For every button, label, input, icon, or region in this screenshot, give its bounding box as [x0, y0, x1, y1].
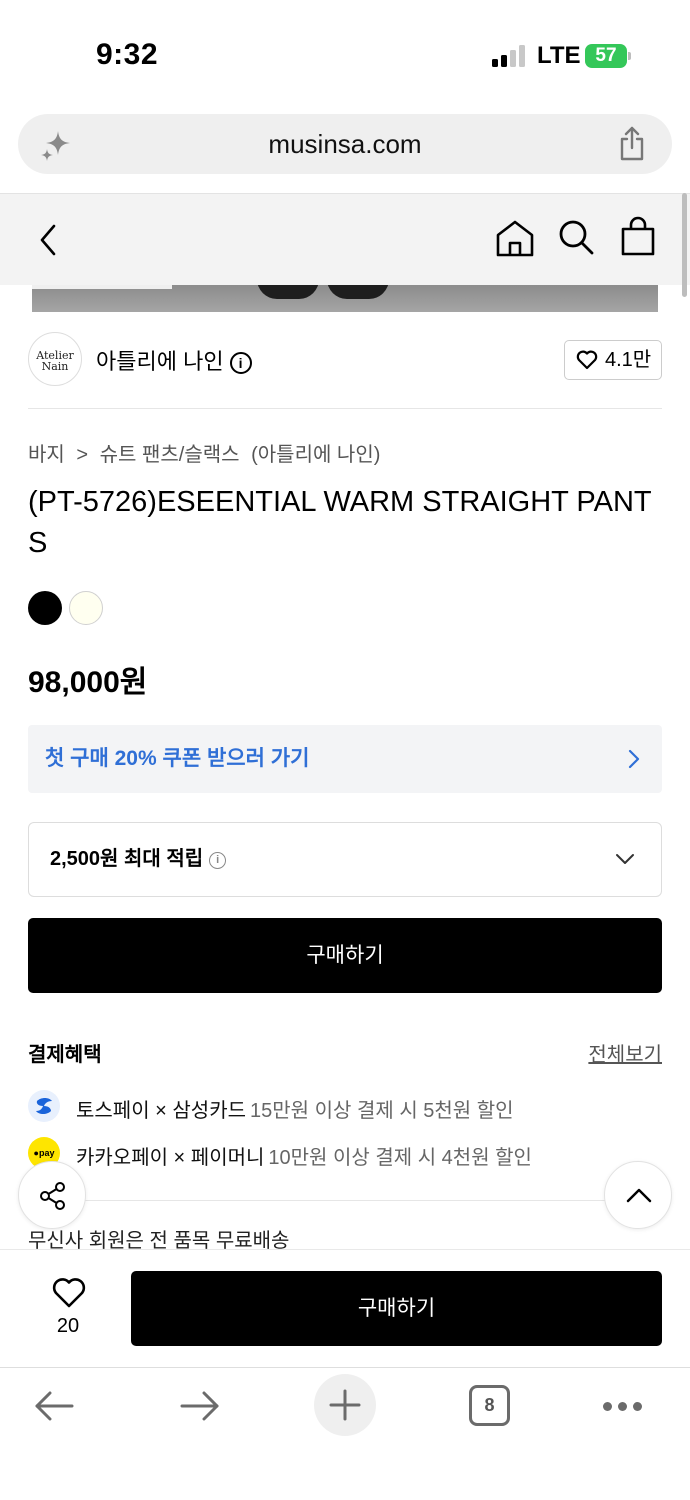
share-nodes-icon — [40, 1182, 65, 1210]
breadcrumb-subcategory[interactable]: 슈트 팬츠/슬랙스 — [100, 444, 240, 466]
product-title: (PT-5726)ESEENTIAL WARM STRAIGHT PANTS — [28, 486, 652, 559]
signal-icon — [492, 45, 526, 67]
benefit-detail: 15만원 이상 결제 시 5천원 할인 — [250, 1100, 514, 1122]
browser-back-icon[interactable] — [34, 1390, 74, 1422]
page-header — [0, 193, 690, 285]
browser-forward-icon[interactable] — [180, 1390, 220, 1422]
chevron-right-icon — [628, 749, 640, 769]
breadcrumb-brand[interactable]: (아틀리에 나인) — [251, 444, 380, 466]
breadcrumb-separator: > — [76, 444, 89, 466]
bottom-purchase-bar: 20 구매하기 — [0, 1249, 690, 1367]
url-text[interactable]: musinsa.com — [18, 114, 672, 174]
bottom-buy-button[interactable]: 구매하기 — [131, 1271, 662, 1346]
status-bar: 9:32 LTE 57 — [0, 0, 690, 100]
breadcrumb: 바지 > 슈트 팬츠/슬랙스 (아틀리에 나인) — [28, 438, 386, 467]
scrollbar[interactable] — [682, 193, 687, 297]
brand-like-button[interactable]: 4.1만 — [564, 340, 662, 380]
divider — [28, 408, 662, 409]
network-type: LTE — [537, 42, 581, 69]
browser-toolbar: 8 — [0, 1367, 690, 1500]
brand-like-count: 4.1만 — [605, 349, 652, 371]
info-icon[interactable]: i — [229, 352, 252, 374]
home-icon[interactable] — [495, 218, 535, 258]
brand-row: Atelier Nain 아틀리에 나인 i 4.1만 — [28, 330, 662, 388]
share-icon[interactable] — [616, 126, 648, 162]
product-image[interactable] — [32, 285, 658, 312]
view-all-link[interactable]: 전체보기 — [588, 1038, 662, 1067]
address-bar[interactable]: musinsa.com — [18, 114, 672, 174]
heart-icon[interactable] — [51, 1277, 87, 1309]
benefit-detail: 10만원 이상 결제 시 4천원 할인 — [268, 1147, 532, 1169]
chevron-up-icon — [626, 1188, 652, 1203]
status-time: 9:32 — [96, 38, 159, 71]
toss-pay-icon — [28, 1090, 60, 1122]
benefit-provider: 카카오페이 × 페이머니 — [76, 1147, 265, 1169]
buy-button[interactable]: 구매하기 — [28, 918, 662, 993]
chevron-down-icon — [616, 854, 634, 864]
wish-count: 20 — [56, 1315, 80, 1337]
points-label: 2,500원 최대 적립 i — [50, 823, 227, 896]
plus-icon — [329, 1389, 361, 1421]
color-swatch-black[interactable] — [28, 591, 62, 625]
more-icon[interactable] — [603, 1402, 643, 1412]
scroll-to-top-button[interactable] — [604, 1161, 672, 1229]
tabs-button[interactable]: 8 — [469, 1385, 510, 1426]
points-dropdown[interactable]: 2,500원 최대 적립 i — [28, 822, 662, 897]
battery-icon: 57 — [585, 44, 631, 68]
product-price: 98,000원 — [28, 666, 148, 699]
color-swatch-ivory[interactable] — [69, 591, 103, 625]
heart-icon — [576, 350, 598, 370]
brand-logo[interactable]: Atelier Nain — [28, 332, 82, 386]
new-tab-button[interactable] — [314, 1374, 376, 1436]
info-icon[interactable]: i — [209, 852, 227, 869]
cart-icon[interactable] — [620, 216, 656, 256]
divider — [28, 1200, 662, 1201]
search-icon[interactable] — [557, 218, 595, 256]
back-icon[interactable] — [34, 222, 62, 258]
brand-name[interactable]: 아틀리에 나인 i — [96, 344, 252, 376]
coupon-label: 첫 구매 20% 쿠폰 받으러 가기 — [45, 747, 310, 770]
benefit-provider: 토스페이 × 삼성카드 — [76, 1100, 246, 1122]
breadcrumb-category[interactable]: 바지 — [28, 444, 65, 466]
battery-level: 57 — [585, 44, 627, 68]
share-floating-button[interactable] — [18, 1161, 86, 1229]
payment-benefits-title: 결제혜택 — [28, 1044, 102, 1066]
coupon-banner[interactable]: 첫 구매 20% 쿠폰 받으러 가기 — [28, 725, 662, 793]
